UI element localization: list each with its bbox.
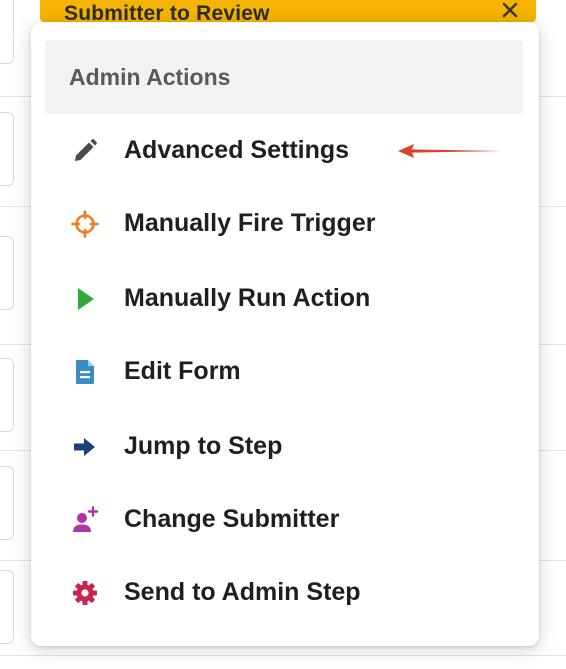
menu-item-label: Change Submitter (124, 505, 340, 533)
background-row-control[interactable] (0, 358, 14, 432)
admin-actions-menu: Admin Actions Advanced Settings Manually… (31, 22, 539, 646)
menu-item-fire-trigger[interactable]: Manually Fire Trigger (45, 192, 523, 256)
status-dropdown[interactable]: Submitter to Review (40, 0, 536, 25)
annotation-arrow-icon (398, 144, 502, 158)
background-row-control[interactable] (0, 466, 14, 540)
pencil-icon (75, 139, 97, 161)
crosshair-icon (71, 210, 99, 238)
play-icon (78, 288, 94, 310)
menu-item-change-submitter[interactable]: Change Submitter (45, 488, 523, 552)
menu-item-label: Manually Fire Trigger (124, 209, 376, 237)
menu-item-label: Edit Form (124, 357, 241, 385)
background-row-control[interactable] (0, 0, 14, 64)
menu-item-label: Send to Admin Step (124, 578, 361, 606)
background-row-control[interactable] (0, 236, 14, 310)
document-icon (76, 360, 94, 384)
background-divider (0, 655, 566, 656)
menu-header: Admin Actions (45, 40, 523, 114)
menu-item-send-to-admin-step[interactable]: Send to Admin Step (45, 561, 523, 625)
menu-item-jump-to-step[interactable]: Jump to Step (45, 415, 523, 479)
background-row-control[interactable] (0, 112, 14, 186)
menu-item-label: Manually Run Action (124, 284, 371, 312)
menu-item-label: Advanced Settings (124, 136, 350, 164)
menu-item-edit-form[interactable]: Edit Form (45, 340, 523, 404)
background-row-control[interactable] (0, 570, 14, 644)
menu-item-label: Jump to Step (124, 432, 283, 460)
menu-header-label: Admin Actions (69, 64, 231, 90)
arrow-right-icon (74, 438, 95, 456)
close-icon[interactable] (500, 0, 520, 20)
gear-icon (73, 581, 97, 605)
user-plus-icon (73, 506, 99, 532)
menu-item-run-action[interactable]: Manually Run Action (45, 267, 523, 331)
